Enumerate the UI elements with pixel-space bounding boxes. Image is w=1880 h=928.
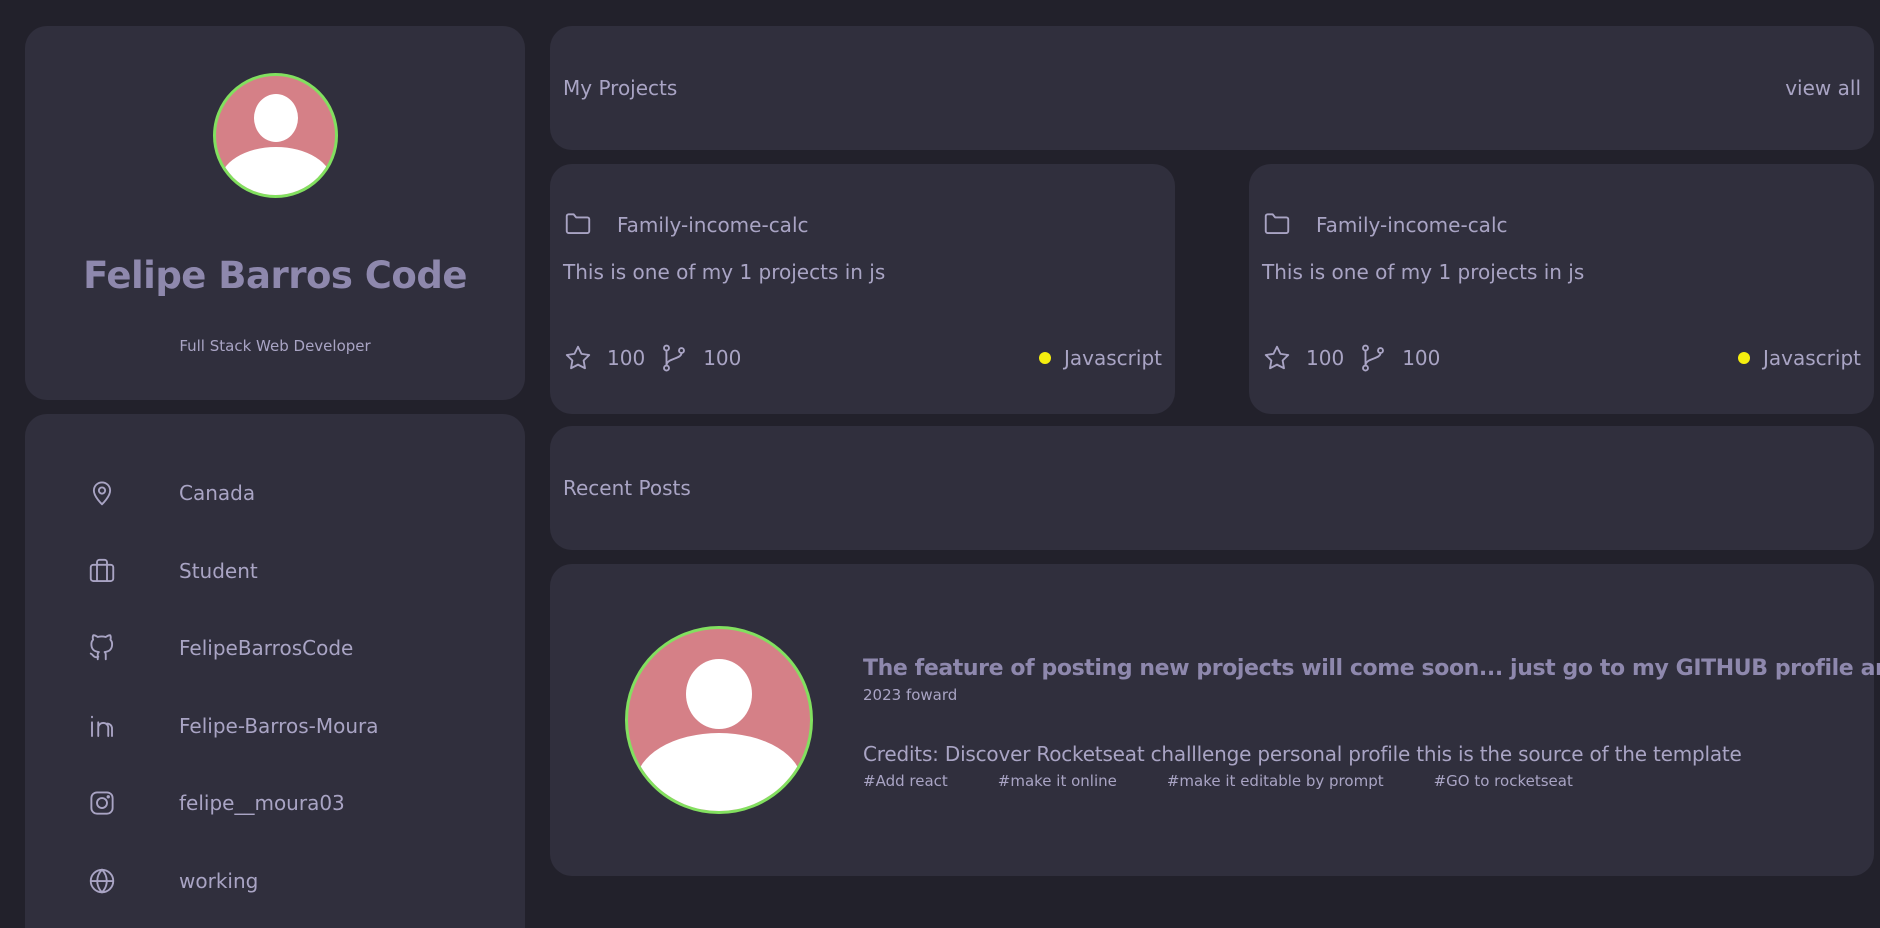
instagram-icon	[90, 791, 114, 815]
post-tag[interactable]: #GO to rocketseat	[1434, 772, 1573, 790]
profile-avatar	[213, 73, 338, 198]
post-date: 2023 foward	[863, 686, 958, 704]
info-website-label[interactable]: working	[179, 869, 258, 893]
info-location-label: Canada	[179, 481, 256, 505]
github-icon	[89, 634, 114, 661]
project-description: This is one of my 1 projects in js	[1262, 260, 1585, 284]
profile-name: Felipe Barros Code	[83, 254, 467, 297]
projects-title: My Projects	[563, 76, 678, 100]
project-stats: 100 100	[1262, 342, 1454, 374]
project-name[interactable]: Family-income-calc	[617, 213, 809, 237]
project-stars: 100	[607, 346, 646, 370]
post-credits: Credits: Discover Rocketseat challlenge …	[863, 742, 1742, 766]
project-stars: 100	[1306, 346, 1345, 370]
projects-header: My Projects view all	[550, 26, 1874, 150]
posts-header: Recent Posts	[550, 426, 1874, 550]
project-stats: 100 100	[563, 342, 755, 374]
avatar-body	[636, 733, 802, 811]
info-occupation-label: Student	[179, 559, 258, 583]
language-dot	[1039, 352, 1052, 364]
git-fork-icon	[1362, 344, 1385, 372]
info-location: Canada	[87, 473, 255, 513]
profile-role: Full Stack Web Developer	[179, 337, 371, 355]
star-icon	[1264, 345, 1290, 370]
info-instagram[interactable]: felipe__moura03	[87, 783, 345, 823]
info-occupation: Student	[87, 551, 258, 591]
post-tags: #Add react #make it online #make it edit…	[863, 772, 1623, 790]
post-avatar	[625, 626, 813, 814]
post-tag[interactable]: #make it editable by prompt	[1167, 772, 1384, 790]
briefcase-icon	[89, 558, 115, 582]
avatar-head	[686, 659, 752, 729]
info-linkedin[interactable]: Felipe-Barros-Moura	[87, 706, 378, 746]
linkedin-icon	[91, 715, 113, 737]
view-all-link[interactable]: view all	[1785, 76, 1861, 100]
info-instagram-label[interactable]: felipe__moura03	[179, 791, 345, 815]
post-card[interactable]: The feature of posting new projects will…	[550, 564, 1880, 876]
globe-icon	[89, 868, 115, 894]
info-github[interactable]: FelipeBarrosCode	[87, 628, 353, 668]
project-description: This is one of my 1 projects in js	[563, 260, 886, 284]
post-tag[interactable]: #Add react	[863, 772, 948, 790]
project-forks: 100	[703, 346, 742, 370]
project-language-label: Javascript	[1064, 346, 1162, 370]
folder-icon	[1264, 213, 1290, 234]
project-name[interactable]: Family-income-calc	[1316, 213, 1508, 237]
location-icon	[92, 481, 112, 506]
project-forks: 100	[1402, 346, 1441, 370]
post-tag[interactable]: #make it online	[998, 772, 1117, 790]
post-title[interactable]: The feature of posting new projects will…	[863, 656, 1880, 681]
project-language: Javascript	[1738, 342, 1861, 374]
language-dot	[1738, 352, 1751, 364]
info-website[interactable]: working	[87, 861, 258, 901]
avatar-body	[220, 147, 332, 195]
project-card[interactable]: Family-income-calc This is one of my 1 p…	[1249, 164, 1874, 414]
profile-card: Felipe Barros Code Full Stack Web Develo…	[25, 26, 525, 400]
avatar-head	[254, 94, 298, 142]
project-card[interactable]: Family-income-calc This is one of my 1 p…	[550, 164, 1175, 414]
project-language: Javascript	[1039, 342, 1162, 374]
folder-icon	[565, 213, 591, 234]
star-icon	[565, 345, 591, 370]
posts-title: Recent Posts	[563, 476, 691, 500]
info-linkedin-label[interactable]: Felipe-Barros-Moura	[179, 714, 378, 738]
git-fork-icon	[663, 344, 686, 372]
project-language-label: Javascript	[1763, 346, 1861, 370]
info-card: Canada Student FelipeBarrosCode Felipe-B…	[25, 414, 525, 928]
info-github-label[interactable]: FelipeBarrosCode	[179, 636, 353, 660]
